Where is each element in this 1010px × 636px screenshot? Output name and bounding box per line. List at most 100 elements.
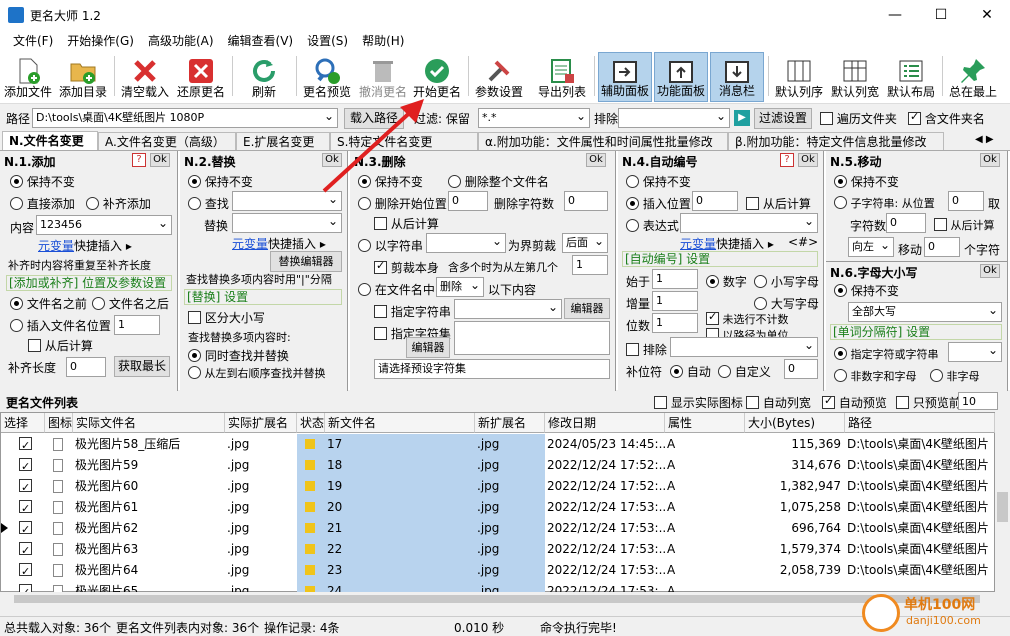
column-header[interactable]: 实际文件名 [73,413,225,433]
simultaneous-radio[interactable]: 同时查找并替换 [188,347,289,364]
auto-col-width-checkbox[interactable]: 自动列宽 [746,394,811,411]
keep-radio[interactable]: 保持不变 [834,282,899,299]
var-link[interactable]: 元变量 [680,235,716,252]
add-file-button[interactable]: 添加文件 [2,52,54,102]
trim-direction-select[interactable]: 后面 [562,233,608,253]
default-col-width-button[interactable]: 默认列宽 [828,52,882,102]
menu-start[interactable]: 开始操作(G) [60,32,141,49]
menu-edit-view[interactable]: 编辑查看(V) [221,32,301,49]
keep-radio[interactable]: 保持不变 [188,173,253,190]
move-count-input[interactable]: 0 [924,237,960,257]
table-row[interactable]: 极光图片63.jpg22.jpg2022/12/24 17:53:..A1,57… [1,539,994,560]
char-count-input[interactable]: 0 [886,213,926,233]
default-col-order-button[interactable]: 默认列序 [772,52,826,102]
from-back-checkbox[interactable]: 从后计算 [28,337,93,354]
ok-button[interactable]: Ok [980,264,1000,278]
separator-input[interactable] [948,342,1002,362]
preview-count-input[interactable]: 10 [958,392,998,410]
get-max-button[interactable]: 获取最长 [114,356,170,377]
row-select-checkbox[interactable] [1,434,45,455]
menu-file[interactable]: 文件(F) [6,32,60,49]
add-folder-button[interactable]: 添加目录 [56,52,110,102]
uppercase-radio[interactable]: 大写字母 [754,295,819,312]
menu-settings[interactable]: 设置(S) [300,32,355,49]
delete-count-input[interactable]: 0 [564,191,608,211]
find-radio[interactable]: 查找 [188,195,229,212]
direct-add-radio[interactable]: 直接添加 [10,195,75,212]
quick-insert[interactable]: 快捷插入 ▸ [268,235,326,252]
editor2-button[interactable]: 编辑器 [406,337,450,358]
custom-radio[interactable]: 自定义 [718,363,771,380]
case-checkbox[interactable]: 区分大小写 [188,309,265,326]
param-settings-button[interactable]: 参数设置 [472,52,526,102]
tab-extension-change[interactable]: E.扩展名变更 [236,132,330,150]
clear-loaded-button[interactable]: 清空载入 [118,52,172,102]
traverse-subfolders-checkbox[interactable]: 遍历文件夹 [820,110,897,127]
row-select-checkbox[interactable] [1,497,45,518]
row-select-checkbox[interactable] [1,455,45,476]
close-button[interactable]: ✕ [964,0,1010,30]
direction-select[interactable]: 向左 [848,237,894,257]
maximize-button[interactable]: ☐ [918,0,964,30]
table-row[interactable]: 极光图片58_压缩后.jpg17.jpg2024/05/23 14:45:..A… [1,434,994,455]
specific-string-checkbox[interactable]: 指定字符串 [374,303,451,320]
menu-help[interactable]: 帮助(H) [355,32,411,49]
in-name-radio[interactable]: 在文件名中 [358,281,435,298]
column-header[interactable]: 路径 [845,413,995,433]
column-header[interactable]: 图标 [45,413,73,433]
refresh-button[interactable]: 刷新 [238,52,290,102]
ok-button[interactable]: Ok [980,153,1000,167]
case-mode-select[interactable]: 全部大写 [848,302,1002,322]
lowercase-radio[interactable]: 小写字母 [754,273,819,290]
msg-bar-toggle[interactable]: 消息栏 [710,52,764,102]
delete-start-radio[interactable]: 删除开始位置 [358,195,447,212]
preview-only-checkbox[interactable]: 只预览前 [896,394,961,411]
expr-radio[interactable]: 表达式 [626,217,679,234]
table-row[interactable]: 极光图片64.jpg23.jpg2022/12/24 17:53:..A2,05… [1,560,994,581]
include-folder-name-checkbox[interactable]: 含文件夹名 [908,110,985,127]
specific-string-input[interactable] [454,299,562,319]
keep-radio[interactable]: 保持不变 [834,173,899,190]
after-radio[interactable]: 文件名之后 [92,295,169,312]
non-letter-radio[interactable]: 非字母 [930,368,980,384]
delete-mode-select[interactable]: 删除 [436,277,484,297]
always-on-top-button[interactable]: 总在最上 [946,52,1000,102]
help-icon[interactable]: ? [780,153,794,167]
column-header[interactable]: 实际扩展名 [225,413,297,433]
keep-radio[interactable]: 保持不变 [10,173,75,190]
start-input[interactable]: 1 [652,269,698,289]
table-row[interactable]: 极光图片62.jpg21.jpg2022/12/24 17:53:..A696,… [1,518,994,539]
tab-name-change[interactable]: N.文件名变更 [2,131,98,151]
horizontal-scrollbar[interactable] [0,592,995,606]
ok-button[interactable]: Ok [798,153,818,167]
delete-whole-radio[interactable]: 删除整个文件名 [448,173,549,190]
column-header[interactable]: 大小(Bytes) [745,413,845,433]
path-input[interactable]: D:\tools\桌面\4K壁纸图片 1080P [32,108,338,128]
quick-insert[interactable]: 快捷插入 ▸ [716,235,774,252]
step-input[interactable]: 1 [652,291,698,311]
aux-panel-toggle[interactable]: 辅助面板 [598,52,652,102]
exclude-input[interactable] [618,108,730,128]
column-header[interactable]: 修改日期 [545,413,665,433]
spec-char-radio[interactable]: 指定字符或字符串 [834,346,939,362]
sequential-radio[interactable]: 从左到右顺序查找并替换 [188,365,326,381]
substr-radio[interactable]: 子字符串: 从位置 [834,195,935,211]
restore-rename-button[interactable]: 还原更名 [174,52,228,102]
table-row[interactable]: 极光图片61.jpg20.jpg2022/12/24 17:53:..A1,07… [1,497,994,518]
replace-input[interactable] [232,213,342,233]
ok-button[interactable]: Ok [150,153,170,167]
menu-advanced[interactable]: 高级功能(A) [141,32,221,49]
quick-insert[interactable]: 快捷插入 ▸ [74,237,132,254]
column-header[interactable]: 选择 [1,413,45,433]
var-link[interactable]: 元变量 [232,235,268,252]
exclude-input[interactable] [670,337,818,357]
insert-pos-input[interactable]: 0 [692,191,738,211]
boundary-input[interactable] [426,233,506,253]
column-header[interactable]: 新文件名 [325,413,475,433]
preset-charset-select[interactable]: 请选择预设字符集 [374,359,610,379]
table-row[interactable]: 极光图片59.jpg18.jpg2022/12/24 17:52:..A314,… [1,455,994,476]
filter-input[interactable]: *.* [478,108,590,128]
column-header[interactable]: 状态 [297,413,325,433]
editor-button[interactable]: 编辑器 [564,298,610,319]
substr-pos-input[interactable]: 0 [948,191,984,211]
